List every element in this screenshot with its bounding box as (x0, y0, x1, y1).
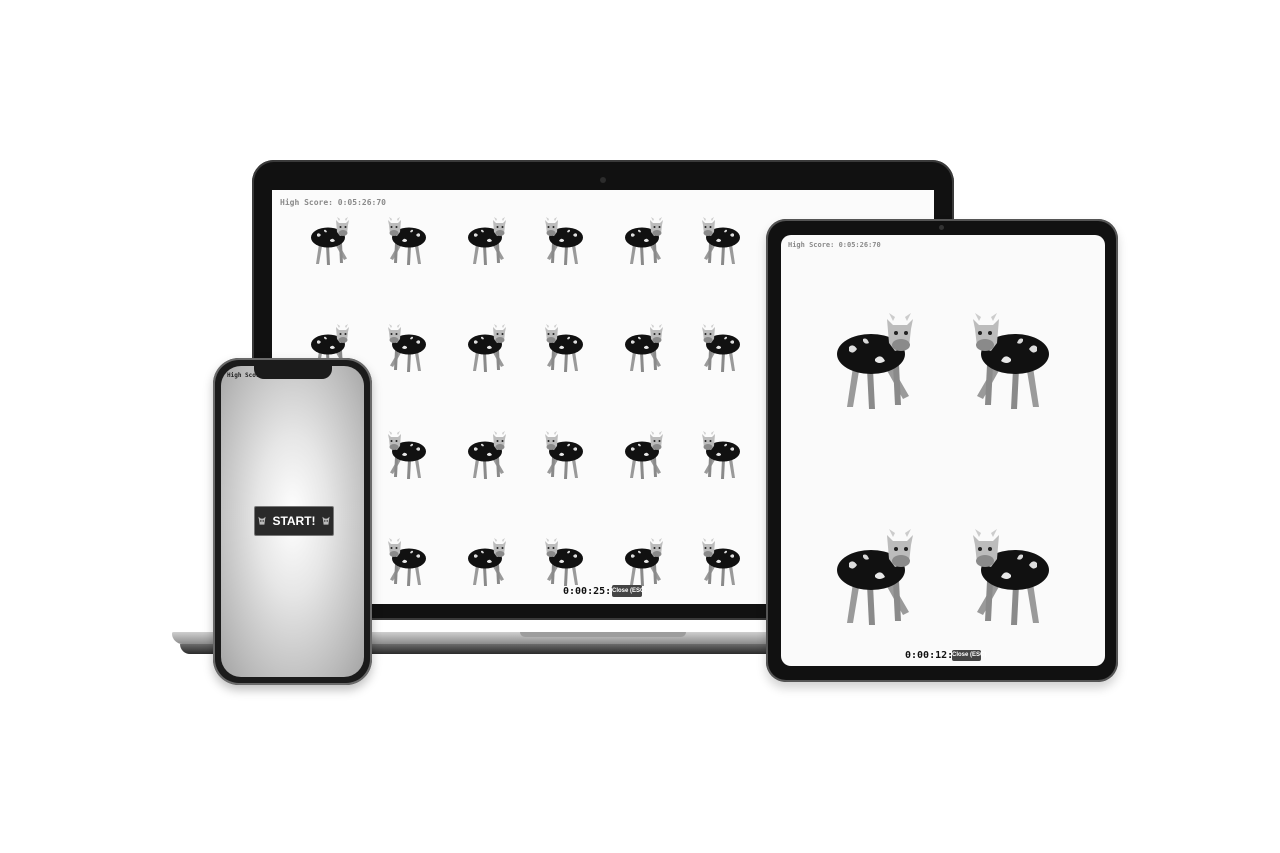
dancing-cow (618, 317, 668, 380)
cow-icon (311, 217, 349, 265)
cow-icon (544, 538, 583, 586)
dancing-cow (540, 317, 590, 380)
cow-icon (837, 529, 913, 625)
cow-icon (544, 217, 583, 265)
dancing-cow (461, 317, 511, 380)
cow-icon (387, 324, 426, 372)
cow-icon (468, 324, 506, 372)
dancing-cow (697, 317, 747, 380)
cow-icon (701, 538, 740, 586)
cow-icon (625, 538, 663, 586)
cow-icon (258, 516, 267, 525)
cow-icon (625, 324, 663, 372)
cow-icon (625, 431, 663, 479)
dancing-cow (618, 424, 668, 487)
cow-icon (387, 538, 426, 586)
dancing-cow (461, 531, 511, 594)
dancing-cow (618, 210, 668, 273)
cow-icon (387, 217, 426, 265)
close-button[interactable]: Close (ESC) (612, 585, 646, 597)
cow-icon (544, 431, 583, 479)
cow-icon (973, 313, 1049, 409)
cow-icon (701, 431, 740, 479)
cow-icon (973, 529, 1049, 625)
cow-icon (625, 217, 663, 265)
cow-icon (468, 431, 506, 479)
cow-icon (701, 324, 740, 372)
dancing-cow (540, 424, 590, 487)
cow-icon (387, 431, 426, 479)
laptop-trackpad-notch (520, 632, 686, 637)
dancing-cow (963, 515, 1063, 635)
tablet-camera (939, 225, 944, 230)
start-button[interactable]: START! (254, 506, 334, 536)
dancing-cow (697, 531, 747, 594)
laptop-camera (600, 177, 606, 183)
cow-icon (544, 324, 583, 372)
tablet-screen: High Score: 0:05:26:70 0:00:12:20 Close … (781, 235, 1105, 666)
dancing-cow (540, 210, 590, 273)
dancing-cow (697, 424, 747, 487)
dancing-cow (540, 531, 590, 594)
dancing-cow (383, 317, 433, 380)
dancing-cow (383, 531, 433, 594)
cow-icon (321, 516, 330, 525)
dancing-cow (823, 515, 923, 635)
phone-notch (254, 365, 332, 379)
dancing-cow (383, 424, 433, 487)
cow-icon (701, 217, 740, 265)
cow-icon (468, 217, 506, 265)
dancing-cow (697, 210, 747, 273)
start-label: START! (272, 514, 316, 528)
cow-icon (837, 313, 913, 409)
dancing-cow (963, 299, 1063, 419)
dancing-cow (383, 210, 433, 273)
close-button[interactable]: Close (ESC) (952, 650, 986, 661)
dancing-cow (823, 299, 923, 419)
dancing-cow (461, 424, 511, 487)
dancing-cow (461, 210, 511, 273)
cow-icon (468, 538, 506, 586)
high-score-label: High Score: 0:05:26:70 (280, 198, 386, 207)
high-score-label: High Score: 0:05:26:70 (788, 241, 881, 249)
dancing-cow (304, 210, 354, 273)
